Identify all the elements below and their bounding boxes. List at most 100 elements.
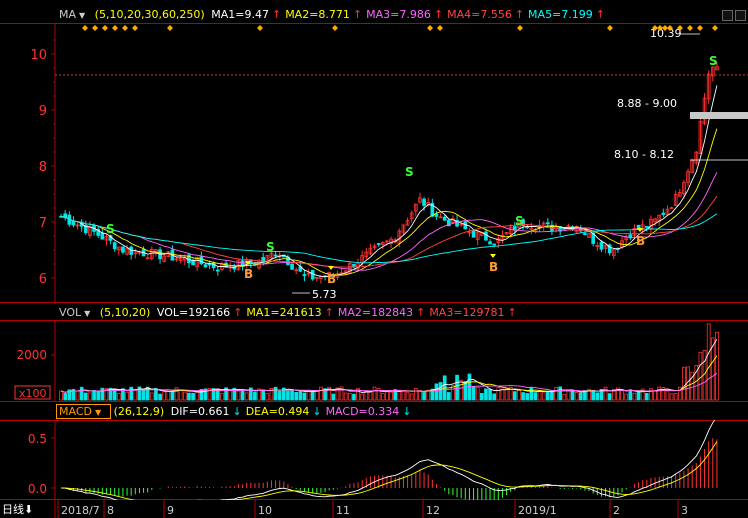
- volume-bar: [537, 391, 542, 401]
- price-header: MA ▼ (5,10,20,30,60,250) MA1=9.47 ↑ MA2=8.7…: [0, 7, 748, 23]
- event-marker-icon[interactable]: [427, 25, 433, 31]
- volume-bar: [273, 386, 278, 401]
- volume-bar: [368, 391, 373, 401]
- period-label: 日线: [2, 503, 24, 516]
- event-marker-icon[interactable]: [712, 25, 718, 31]
- x-axis-label: 8: [107, 504, 114, 517]
- volume-bar: [294, 391, 299, 401]
- down-arrow-icon: ↓: [312, 405, 322, 418]
- x-axis-label: 10: [258, 504, 272, 517]
- x-axis-label: 9: [167, 504, 174, 517]
- candle-body: [290, 263, 294, 270]
- volume-bar: [434, 383, 439, 401]
- volume-bar: [517, 389, 521, 401]
- volume-bar: [657, 386, 662, 401]
- period-selector[interactable]: 日线⬇: [2, 502, 33, 518]
- volume-bar: [484, 388, 488, 401]
- candle-body: [112, 242, 117, 250]
- event-marker-icon[interactable]: [82, 25, 88, 31]
- macd-value-1: DEA=0.494: [245, 405, 310, 418]
- macd-chart[interactable]: 0.5 0.0: [0, 420, 748, 500]
- macd-header: MACD ▼ (26,12,9) DIF=0.661 ↓ DEA=0.494 ↓ MACD…: [0, 404, 748, 420]
- volume-bar: [389, 391, 393, 401]
- macd-indicator-selector[interactable]: MACD ▼: [56, 404, 111, 419]
- up-arrow-icon: ↑: [595, 8, 605, 21]
- volume-bar: [603, 386, 608, 401]
- buy-signal-label: B: [244, 267, 253, 281]
- price-tick-label: 8: [39, 160, 47, 175]
- volume-bar: [455, 374, 459, 401]
- dropdown-arrow-icon: ▼: [84, 309, 91, 318]
- volume-bar: [624, 393, 629, 401]
- volume-chart[interactable]: 2000 x100: [0, 320, 748, 402]
- volume-bar: [149, 392, 154, 401]
- volume-bar: [665, 390, 670, 401]
- vol-value-3: MA3=129781: [429, 306, 505, 319]
- volume-bar: [413, 388, 418, 401]
- event-marker-icon[interactable]: [697, 25, 703, 31]
- candle-body: [599, 241, 604, 250]
- ma-value-4: MA5=7.199: [528, 8, 593, 21]
- volume-bar: [319, 386, 323, 401]
- vol-value-0: VOL=192166: [156, 306, 231, 319]
- volume-bar: [682, 366, 686, 401]
- toolbar-button[interactable]: [735, 10, 746, 21]
- event-marker-icon[interactable]: [122, 25, 128, 31]
- resistance-zone: [690, 112, 748, 119]
- up-arrow-icon: ↑: [352, 8, 363, 21]
- volume-bar: [504, 388, 509, 401]
- volume-bar: [261, 389, 266, 401]
- indicator-selector[interactable]: MA ▼: [59, 8, 92, 21]
- volume-bar: [500, 388, 505, 401]
- volume-bar: [195, 391, 200, 401]
- dropdown-arrow-icon: ▼: [79, 11, 86, 20]
- volume-bar: [438, 382, 443, 401]
- up-arrow-icon: ↑: [514, 8, 525, 21]
- volume-bar: [265, 393, 270, 401]
- vol-indicator-selector[interactable]: VOL ▼: [59, 306, 97, 319]
- volume-bar: [302, 392, 307, 401]
- price-tick-label: 9: [39, 104, 47, 119]
- volume-bar: [286, 390, 290, 401]
- volume-bar: [673, 393, 678, 401]
- price-tick-label: 7: [39, 216, 47, 231]
- x-axis-label: 2: [613, 504, 620, 517]
- vol-params: (5,10,20): [99, 306, 151, 319]
- volume-bar: [446, 392, 451, 401]
- event-marker-icon[interactable]: [112, 25, 118, 31]
- event-marker-icon[interactable]: [687, 25, 693, 31]
- volume-bar: [360, 393, 365, 401]
- macd-indicator-name: MACD: [59, 405, 92, 418]
- ma-value-1: MA2=8.771: [285, 8, 350, 21]
- volume-bar: [533, 392, 538, 401]
- candle-body: [471, 230, 476, 238]
- event-marker-icon[interactable]: [437, 25, 443, 31]
- event-marker-icon[interactable]: [167, 25, 173, 31]
- volume-bar: [100, 387, 105, 401]
- candle-body: [422, 198, 426, 206]
- buy-arrow-icon: [490, 254, 496, 258]
- up-arrow-icon: ↑: [416, 306, 426, 319]
- candle-body: [545, 222, 550, 225]
- vol-value-1: MA1=241613: [246, 306, 322, 319]
- volume-bar: [570, 389, 575, 401]
- price-chart[interactable]: 109876 10.395.738.88 - 9.008.10 - 8.12B B…: [0, 23, 748, 303]
- event-marker-icon[interactable]: [607, 25, 613, 31]
- up-arrow-icon: ↑: [233, 306, 243, 319]
- volume-bar: [244, 392, 249, 401]
- event-marker-icon[interactable]: [332, 25, 338, 31]
- volume-bar: [191, 392, 195, 401]
- toolbar-button[interactable]: [722, 10, 733, 21]
- event-marker-icon[interactable]: [257, 25, 263, 31]
- event-marker-icon[interactable]: [102, 25, 108, 31]
- candle-body: [121, 246, 125, 253]
- candle-body: [129, 246, 134, 255]
- volume-bar: [653, 390, 657, 401]
- volume-bar: [116, 393, 121, 401]
- volume-bar: [170, 391, 175, 401]
- macd-params: (26,12,9): [113, 405, 165, 418]
- event-marker-icon[interactable]: [92, 25, 98, 31]
- event-marker-icon[interactable]: [132, 25, 138, 31]
- volume-bar: [422, 392, 426, 401]
- event-marker-icon[interactable]: [517, 25, 523, 31]
